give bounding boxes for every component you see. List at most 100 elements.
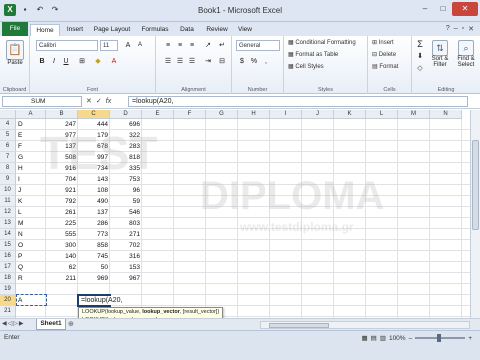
tab-insert[interactable]: Insert [64, 24, 86, 36]
cell-b11[interactable]: 792 [46, 196, 78, 207]
comma-button[interactable]: , [260, 56, 272, 67]
cell-c10[interactable]: 108 [78, 185, 110, 196]
tab-formulas[interactable]: Formulas [138, 24, 172, 36]
row-header-19[interactable]: 19 [0, 284, 16, 295]
format-cells-button[interactable]: ▤ Format [372, 63, 398, 70]
row-header-14[interactable]: 14 [0, 229, 16, 240]
align-top-icon[interactable]: ≡ [162, 40, 174, 51]
cell-a12[interactable]: L [16, 207, 46, 218]
prev-sheet-icon[interactable]: ◁ [8, 320, 13, 327]
row-header-21[interactable]: 21 [0, 306, 16, 317]
column-header-h[interactable]: H [238, 110, 270, 119]
maximize-button[interactable]: □ [434, 2, 452, 16]
find-select-button[interactable]: ⌕ Find & Select [454, 40, 478, 68]
horizontal-scrollbar[interactable] [260, 321, 470, 329]
borders-icon[interactable]: ⊞ [76, 56, 88, 67]
wrap-text-icon[interactable]: ↵ [216, 40, 228, 51]
fill-color-icon[interactable]: ◆ [92, 56, 104, 67]
cell-d13[interactable]: 803 [110, 218, 142, 229]
tab-review[interactable]: Review [204, 24, 230, 36]
column-header-l[interactable]: L [366, 110, 398, 119]
insert-sheet-icon[interactable]: ⊕ [68, 320, 74, 328]
cell-d10[interactable]: 96 [110, 185, 142, 196]
cell-c18[interactable]: 969 [78, 273, 110, 284]
zoom-in-icon[interactable]: + [468, 335, 472, 342]
format-as-table-button[interactable]: ▦ Format as Table [288, 51, 338, 58]
zoom-level[interactable]: 100% [389, 335, 406, 342]
cell-c15[interactable]: 858 [78, 240, 110, 251]
tab-view[interactable]: View [234, 24, 256, 36]
cell-c17[interactable]: 50 [78, 262, 110, 273]
cell-c20-editor[interactable]: =lookup(A20, [79, 296, 139, 305]
cell-d11[interactable]: 59 [110, 196, 142, 207]
help-icon[interactable]: ? [446, 25, 450, 33]
row-header-4[interactable]: 4 [0, 119, 16, 130]
clear-icon[interactable]: ◇ [414, 63, 426, 74]
column-header-m[interactable]: M [398, 110, 430, 119]
paste-button[interactable]: 📋 Paste [4, 40, 26, 66]
cell-d12[interactable]: 546 [110, 207, 142, 218]
row-header-13[interactable]: 13 [0, 218, 16, 229]
name-box[interactable]: SUM [2, 96, 82, 107]
column-header-b[interactable]: B [46, 110, 78, 119]
tooltip-syntax-vector[interactable]: LOOKUP(lookup_value, lookup_vector, [res… [82, 308, 219, 316]
cell-b16[interactable]: 140 [46, 251, 78, 262]
column-header-e[interactable]: E [142, 110, 174, 119]
cell-a15[interactable]: O [16, 240, 46, 251]
row-header-20[interactable]: 20 [0, 295, 16, 306]
minimize-ribbon-icon[interactable]: – [454, 25, 458, 33]
page-layout-view-icon[interactable]: ▤ [371, 334, 377, 342]
column-header-j[interactable]: J [302, 110, 334, 119]
tab-page-layout[interactable]: Page Layout [92, 24, 132, 36]
restore-icon[interactable]: ▫ [462, 25, 464, 33]
percent-button[interactable]: % [248, 56, 260, 67]
cancel-icon[interactable]: ✕ [86, 96, 92, 107]
cell-c12[interactable]: 137 [78, 207, 110, 218]
row-header-18[interactable]: 18 [0, 273, 16, 284]
cell-b18[interactable]: 211 [46, 273, 78, 284]
delete-cells-button[interactable]: ⊟ Delete [372, 51, 396, 58]
row-header-12[interactable]: 12 [0, 207, 16, 218]
sort-filter-button[interactable]: ⇅ Sort & Filter [428, 40, 452, 68]
column-header-n[interactable]: N [430, 110, 462, 119]
bold-button[interactable]: B [36, 56, 48, 67]
close-workbook-icon[interactable]: ✕ [468, 25, 474, 33]
select-all-corner[interactable] [0, 110, 16, 119]
next-sheet-icon[interactable]: ▷ [13, 320, 18, 327]
cell-a14[interactable]: N [16, 229, 46, 240]
row-header-9[interactable]: 9 [0, 174, 16, 185]
align-middle-icon[interactable]: ≡ [174, 40, 186, 51]
align-right-icon[interactable]: ☰ [186, 56, 198, 67]
worksheet-grid[interactable]: A B C D E F G H I J K L M N 4 D 247 444 696 5 E 977 179 322 6 F 13… [0, 110, 470, 318]
cell-b12[interactable]: 261 [46, 207, 78, 218]
currency-button[interactable]: $ [236, 56, 248, 67]
zoom-out-icon[interactable]: – [409, 335, 413, 342]
cell-a18[interactable]: R [16, 273, 46, 284]
cell-b14[interactable]: 555 [46, 229, 78, 240]
cell-c13[interactable]: 286 [78, 218, 110, 229]
cell-a11[interactable]: K [16, 196, 46, 207]
column-header-k[interactable]: K [334, 110, 366, 119]
cell-a10[interactable]: J [16, 185, 46, 196]
indent-icon[interactable]: ⇥ [202, 56, 214, 67]
minimize-button[interactable]: – [416, 2, 434, 16]
cell-c14[interactable]: 773 [78, 229, 110, 240]
cell-c16[interactable]: 745 [78, 251, 110, 262]
normal-view-icon[interactable]: ▦ [361, 334, 367, 342]
column-header-a[interactable]: A [16, 110, 46, 119]
column-header-c[interactable]: C [78, 110, 110, 119]
merge-center-icon[interactable]: ⊟ [216, 56, 228, 67]
font-size-select[interactable]: 11 [100, 40, 118, 51]
row-header-15[interactable]: 15 [0, 240, 16, 251]
row-header-10[interactable]: 10 [0, 185, 16, 196]
row-header-6[interactable]: 6 [0, 141, 16, 152]
row-header-8[interactable]: 8 [0, 163, 16, 174]
align-center-icon[interactable]: ☰ [174, 56, 186, 67]
cell-d17[interactable]: 153 [110, 262, 142, 273]
tab-file[interactable]: File [2, 22, 28, 36]
row-header-17[interactable]: 17 [0, 262, 16, 273]
font-name-select[interactable]: Calibri [36, 40, 98, 51]
zoom-slider[interactable] [415, 334, 466, 342]
cell-d18[interactable]: 967 [110, 273, 142, 284]
cell-styles-button[interactable]: ▦ Cell Styles [288, 63, 324, 70]
